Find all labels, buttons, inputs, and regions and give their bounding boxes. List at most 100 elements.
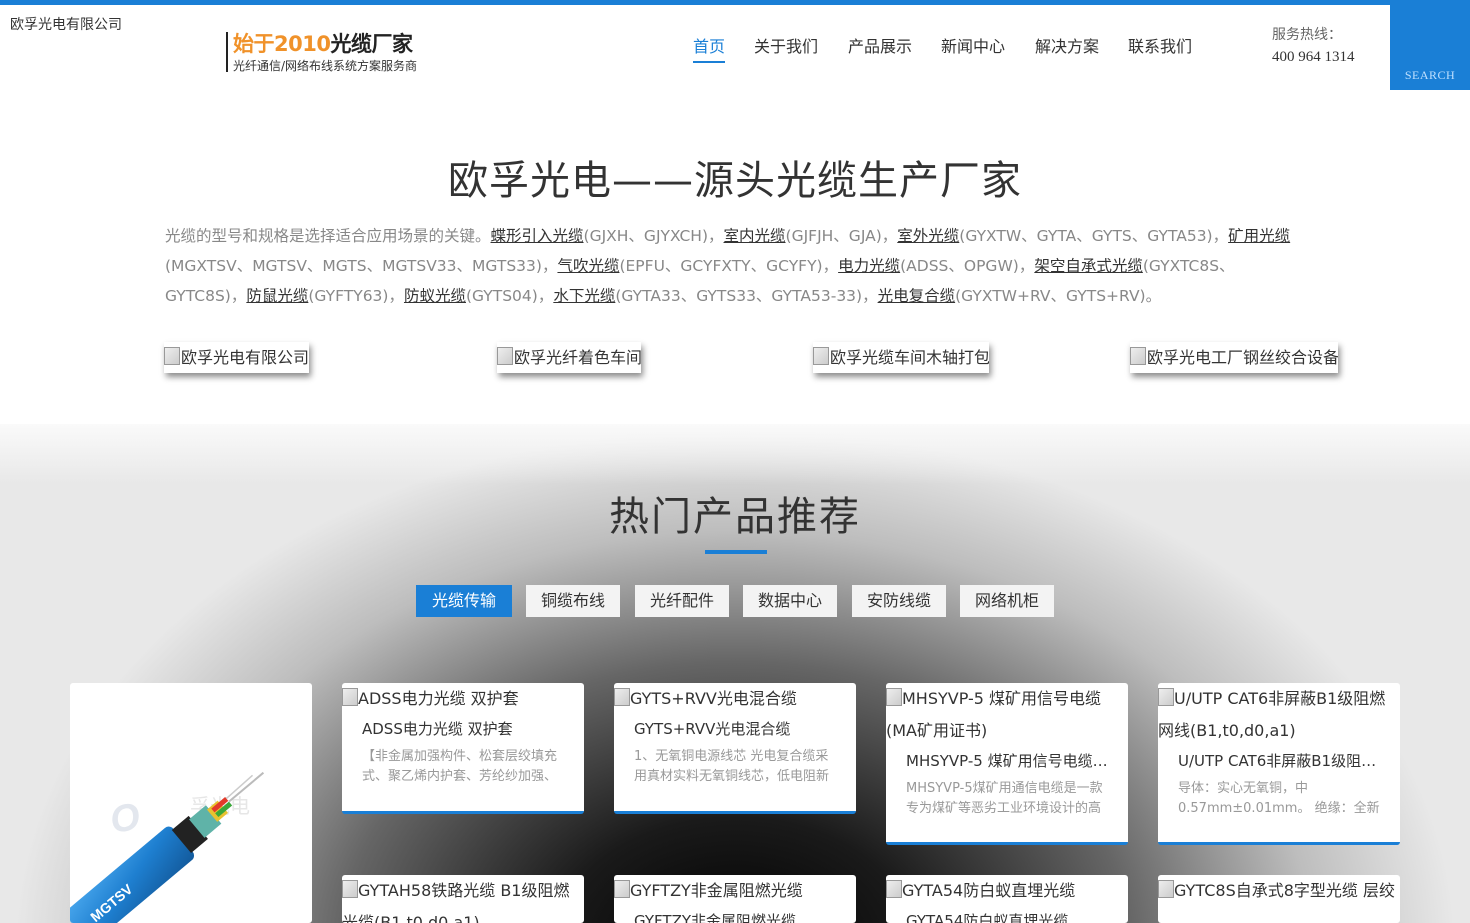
factory-photo[interactable]: 欧孚光电工厂钢丝绞合设备	[1130, 342, 1338, 373]
tab-fiber[interactable]: 光缆传输	[416, 585, 512, 617]
slogan-main-text: 光缆厂家	[330, 32, 413, 56]
slogan: 始于2010光缆厂家 光纤通信/网络布线系统方案服务商	[226, 32, 418, 73]
link-underwater-cable[interactable]: 水下光缆	[553, 287, 615, 305]
photo-alt: 欧孚光电工厂钢丝绞合设备	[1147, 348, 1338, 367]
intro-lead: 光缆的型号和规格是选择适合应用场景的关键。	[165, 227, 491, 245]
link-aerial-cable[interactable]: 架空自承式光缆	[1034, 257, 1143, 275]
product-name: U/UTP CAT6非屏蔽B1级阻燃网线(B1,t0,d0,a1)	[1178, 752, 1400, 770]
link-indoor-cable[interactable]: 室内光缆	[724, 227, 786, 245]
models-text: (GYFTY63)，	[308, 287, 404, 305]
intro-title: 欧孚光电——源头光缆生产厂家	[448, 158, 1022, 204]
models-text: (GYTS04)，	[465, 287, 554, 305]
link-butterfly-cable[interactable]: 蝶形引入光缆	[491, 227, 584, 245]
nav-about[interactable]: 关于我们	[754, 33, 818, 57]
broken-image-icon	[1158, 688, 1174, 706]
broken-image-icon	[342, 880, 358, 898]
broken-image-icon	[813, 347, 829, 365]
image-alt: GYFTZY非金属阻燃光缆	[630, 881, 803, 900]
product-name: GYTA54防白蚁直埋光缆	[906, 912, 1069, 923]
image-alt: ADSS电力光缆 双护套	[358, 689, 519, 708]
models-text: (ADSS、OPGW)，	[900, 257, 1035, 275]
models-text: (GYXTW+RV、GYTS+RV)。	[955, 287, 1162, 305]
logo[interactable]: 欧孚光电有限公司	[10, 14, 122, 34]
models-text: (MGXTSV、MGTSV、MGTS、MGTSV33、MGTS33)，	[165, 257, 558, 275]
product-image: GYTA54防白蚁直埋光缆	[886, 875, 1128, 907]
product-card[interactable]: MHSYVP-5 煤矿用信号电缆(MA矿用证书) MHSYVP-5 煤矿用信号电…	[886, 683, 1128, 845]
photo-alt: 欧孚光电有限公司	[181, 348, 309, 367]
image-alt: GYTC8S自承式8字型光缆 层绞	[1174, 881, 1395, 900]
product-image: GYTAH58铁路光缆 B1级阻燃光缆(B1,t0,d0,a1)	[342, 875, 584, 923]
nav-news[interactable]: 新闻中心	[941, 33, 1005, 57]
image-alt: MHSYVP-5 煤矿用信号电缆(MA矿用证书)	[886, 689, 1102, 740]
tab-datacenter[interactable]: 数据中心	[743, 585, 837, 617]
product-image: ADSS电力光缆 双护套	[342, 683, 584, 715]
image-alt: GYTS+RVV光电混合缆	[630, 689, 797, 708]
models-text: (GJXH、GJYXCH)，	[583, 227, 724, 245]
models-text: (GJFJH、GJA)，	[785, 227, 898, 245]
factory-photo[interactable]: 欧孚光纤着色车间	[497, 342, 641, 373]
product-card[interactable]: GYTC8S自承式8字型光缆 层绞	[1158, 875, 1400, 923]
tab-cabinet[interactable]: 网络机柜	[960, 585, 1054, 617]
broken-image-icon	[614, 688, 630, 706]
image-alt: GYTA54防白蚁直埋光缆	[902, 881, 1076, 900]
product-desc: 【非金属加强构件、松套层绞填充式、聚乙烯内护套、芳纶纱加强、	[362, 749, 558, 784]
svg-text:O: O	[107, 796, 143, 842]
tab-accessories[interactable]: 光纤配件	[635, 585, 729, 617]
nav-home[interactable]: 首页	[693, 33, 726, 63]
product-image: U/UTP CAT6非屏蔽B1级阻燃网线(B1,t0,d0,a1)	[1158, 683, 1400, 747]
product-card[interactable]: ADSS电力光缆 双护套 ADSS电力光缆 双护套 【非金属加强构件、松套层绞填…	[342, 683, 584, 814]
link-hybrid-cable[interactable]: 光电复合缆	[878, 287, 956, 305]
product-desc: 导体：实心无氧铜，中0.57mm±0.01mm。 绝缘：全新	[1178, 781, 1380, 816]
tab-security[interactable]: 安防线缆	[852, 585, 946, 617]
hotline-number: 400 964 1314	[1272, 49, 1355, 65]
image-alt: GYTAH58铁路光缆 B1级阻燃光缆(B1,t0,d0,a1)	[342, 881, 570, 923]
slogan-main: 始于2010光缆厂家	[233, 32, 417, 56]
search-button[interactable]: SEARCH	[1390, 5, 1470, 90]
product-image: GYTC8S自承式8字型光缆 层绞	[1158, 875, 1400, 907]
models-text: (GYTA33、GYTS33、GYTA53-33)，	[615, 287, 878, 305]
link-mining-cable[interactable]: 矿用光缆	[1228, 227, 1290, 245]
broken-image-icon	[1158, 880, 1174, 898]
product-image: GYFTZY非金属阻燃光缆	[614, 875, 856, 907]
nav-solutions[interactable]: 解决方案	[1035, 33, 1099, 57]
intro-paragraph: 光缆的型号和规格是选择适合应用场景的关键。蝶形引入光缆(GJXH、GJYXCH)…	[165, 221, 1300, 311]
tab-copper[interactable]: 铜缆布线	[526, 585, 620, 617]
slogan-accent: 始于2010	[233, 32, 331, 56]
product-name: GYFTZY非金属阻燃光缆	[634, 912, 797, 923]
link-power-cable[interactable]: 电力光缆	[838, 257, 900, 275]
product-name: GYTS+RVV光电混合缆	[634, 720, 791, 738]
logo-alt-text: 欧孚光电有限公司	[10, 17, 122, 33]
broken-image-icon	[164, 347, 180, 365]
link-termite-cable[interactable]: 防蚁光缆	[404, 287, 466, 305]
factory-photo[interactable]: 欧孚光电有限公司	[164, 342, 309, 373]
image-alt: U/UTP CAT6非屏蔽B1级阻燃网线(B1,t0,d0,a1)	[1158, 689, 1386, 740]
nav-contact[interactable]: 联系我们	[1128, 33, 1192, 57]
title-underline	[705, 550, 767, 554]
factory-photo[interactable]: 欧孚光缆车间木轴打包	[813, 342, 989, 373]
search-label: SEARCH	[1404, 68, 1456, 82]
product-card[interactable]: GYTAH58铁路光缆 B1级阻燃光缆(B1,t0,d0,a1)	[342, 875, 584, 923]
broken-image-icon	[497, 347, 513, 365]
slogan-sub: 光纤通信/网络布线系统方案服务商	[233, 59, 418, 73]
nav-products[interactable]: 产品展示	[848, 33, 912, 57]
photo-alt: 欧孚光纤着色车间	[514, 348, 641, 367]
product-card[interactable]: U/UTP CAT6非屏蔽B1级阻燃网线(B1,t0,d0,a1) U/UTP …	[1158, 683, 1400, 845]
link-rodent-cable[interactable]: 防鼠光缆	[246, 287, 308, 305]
models-text: (GYXTW、GYTA、GYTS、GYTA53)，	[959, 227, 1229, 245]
product-desc: 1、无氧铜电源线芯 光电复合缆采用真材实料无氧铜线芯，低电阻新	[634, 749, 830, 784]
products-title: 热门产品推荐	[609, 494, 861, 540]
photo-alt: 欧孚光缆车间木轴打包	[830, 348, 989, 367]
product-image: MHSYVP-5 煤矿用信号电缆(MA矿用证书)	[886, 683, 1128, 747]
product-name: ADSS电力光缆 双护套	[362, 720, 513, 738]
product-card[interactable]: GYFTZY非金属阻燃光缆 GYFTZY非金属阻燃光缆	[614, 875, 856, 923]
link-airblown-cable[interactable]: 气吹光缆	[557, 257, 619, 275]
broken-image-icon	[614, 880, 630, 898]
product-card[interactable]: GYTS+RVV光电混合缆 GYTS+RVV光电混合缆 1、无氧铜电源线芯 光电…	[614, 683, 856, 814]
product-card[interactable]: GYTA54防白蚁直埋光缆 GYTA54防白蚁直埋光缆	[886, 875, 1128, 923]
models-text: (EPFU、GCYFXTY、GCYFY)，	[619, 257, 839, 275]
product-desc: MHSYVP-5煤矿用通信电缆是一款专为煤矿等恶劣工业环境设计的高	[906, 781, 1103, 816]
broken-image-icon	[886, 880, 902, 898]
featured-product[interactable]: O 孚光电 MGTSV	[70, 683, 312, 923]
link-outdoor-cable[interactable]: 室外光缆	[897, 227, 959, 245]
product-image: GYTS+RVV光电混合缆	[614, 683, 856, 715]
